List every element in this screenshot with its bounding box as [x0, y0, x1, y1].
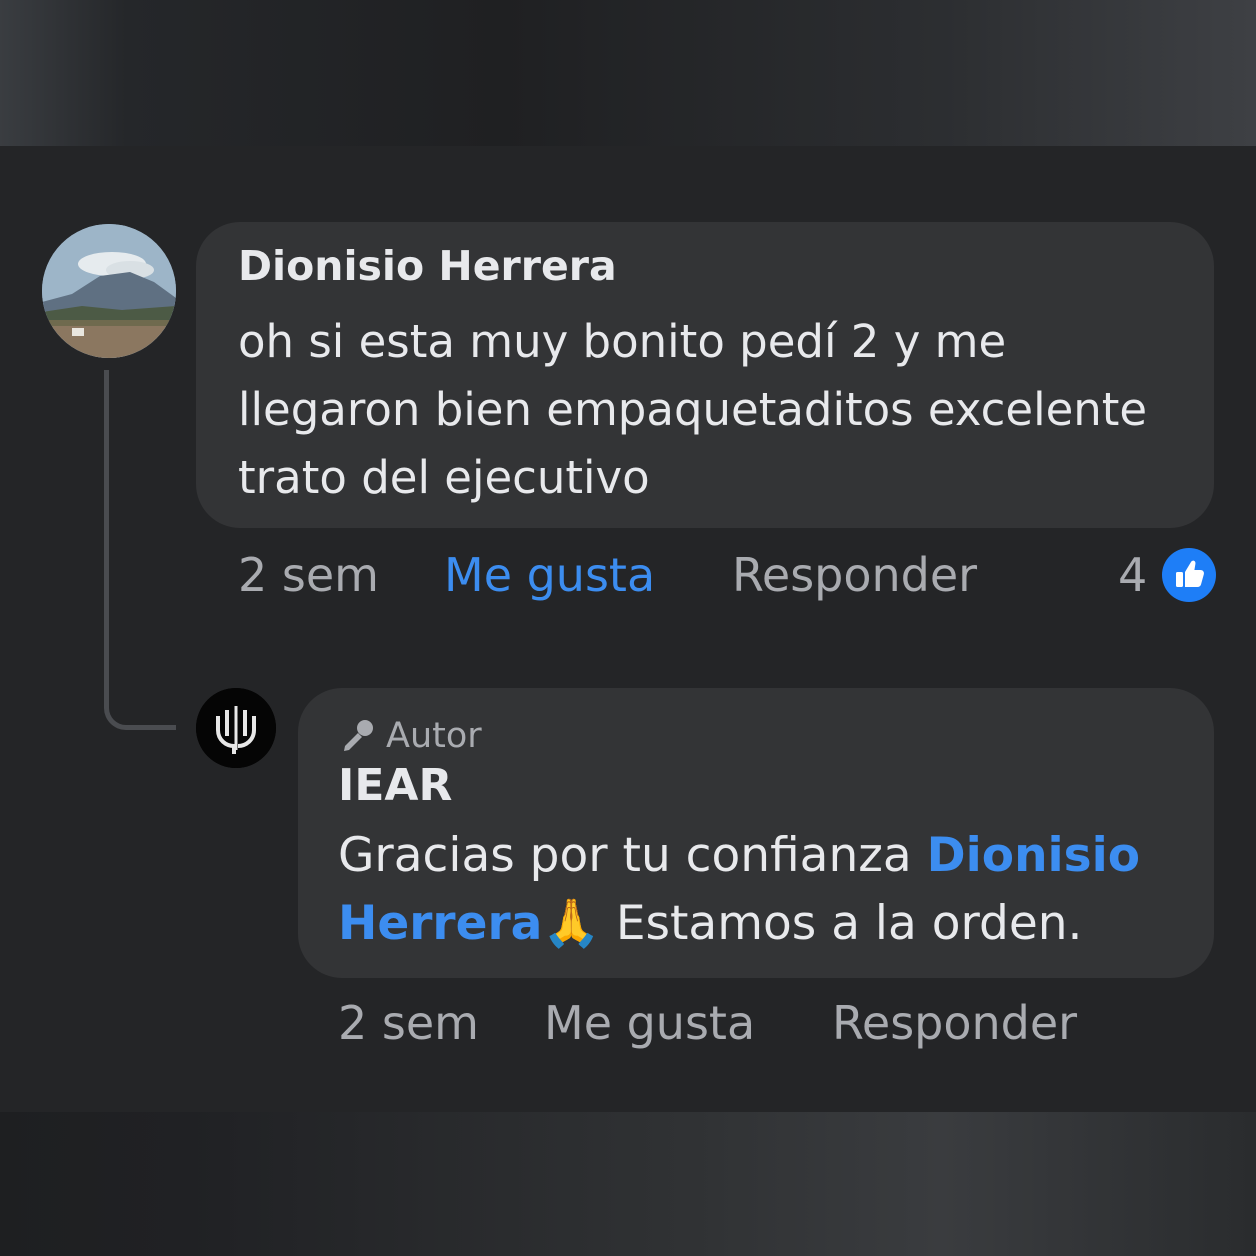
author-badge-label: Autor [386, 716, 482, 756]
comment-text: oh si esta muy bonito pedí 2 y me llegar… [238, 315, 1148, 504]
landscape-avatar-image [42, 224, 176, 358]
avatar[interactable] [42, 224, 176, 358]
thread-connector [104, 370, 176, 730]
praying-hands-emoji: 🙏 [542, 896, 601, 951]
reply-timestamp: 2 sem [338, 996, 479, 1050]
microphone-icon [344, 720, 373, 751]
comment-author-name[interactable]: Dionisio Herrera [238, 242, 617, 290]
reply-text-end: Estamos a la orden. [600, 896, 1083, 951]
brand-logo [196, 688, 276, 768]
comment-like-button[interactable]: Me gusta [444, 548, 655, 602]
thumbs-up-icon[interactable] [1162, 548, 1216, 602]
reply-text: Gracias por tu confianza Dionisio Herrer… [338, 822, 1198, 958]
reply-reply-button[interactable]: Responder [832, 996, 1077, 1050]
page-avatar[interactable] [196, 688, 276, 768]
reply-text-start: Gracias por tu confianza [338, 828, 927, 883]
reply-like-button[interactable]: Me gusta [544, 996, 755, 1050]
reaction-count[interactable]: 4 [1118, 548, 1147, 602]
background-top-blur [0, 0, 1256, 146]
author-badge: Autor [338, 712, 482, 760]
reply-author-name[interactable]: IEAR [338, 760, 452, 811]
comment-timestamp: 2 sem [238, 548, 379, 602]
background-bottom-blur [0, 1112, 1256, 1256]
comment-reply-button[interactable]: Responder [732, 548, 977, 602]
